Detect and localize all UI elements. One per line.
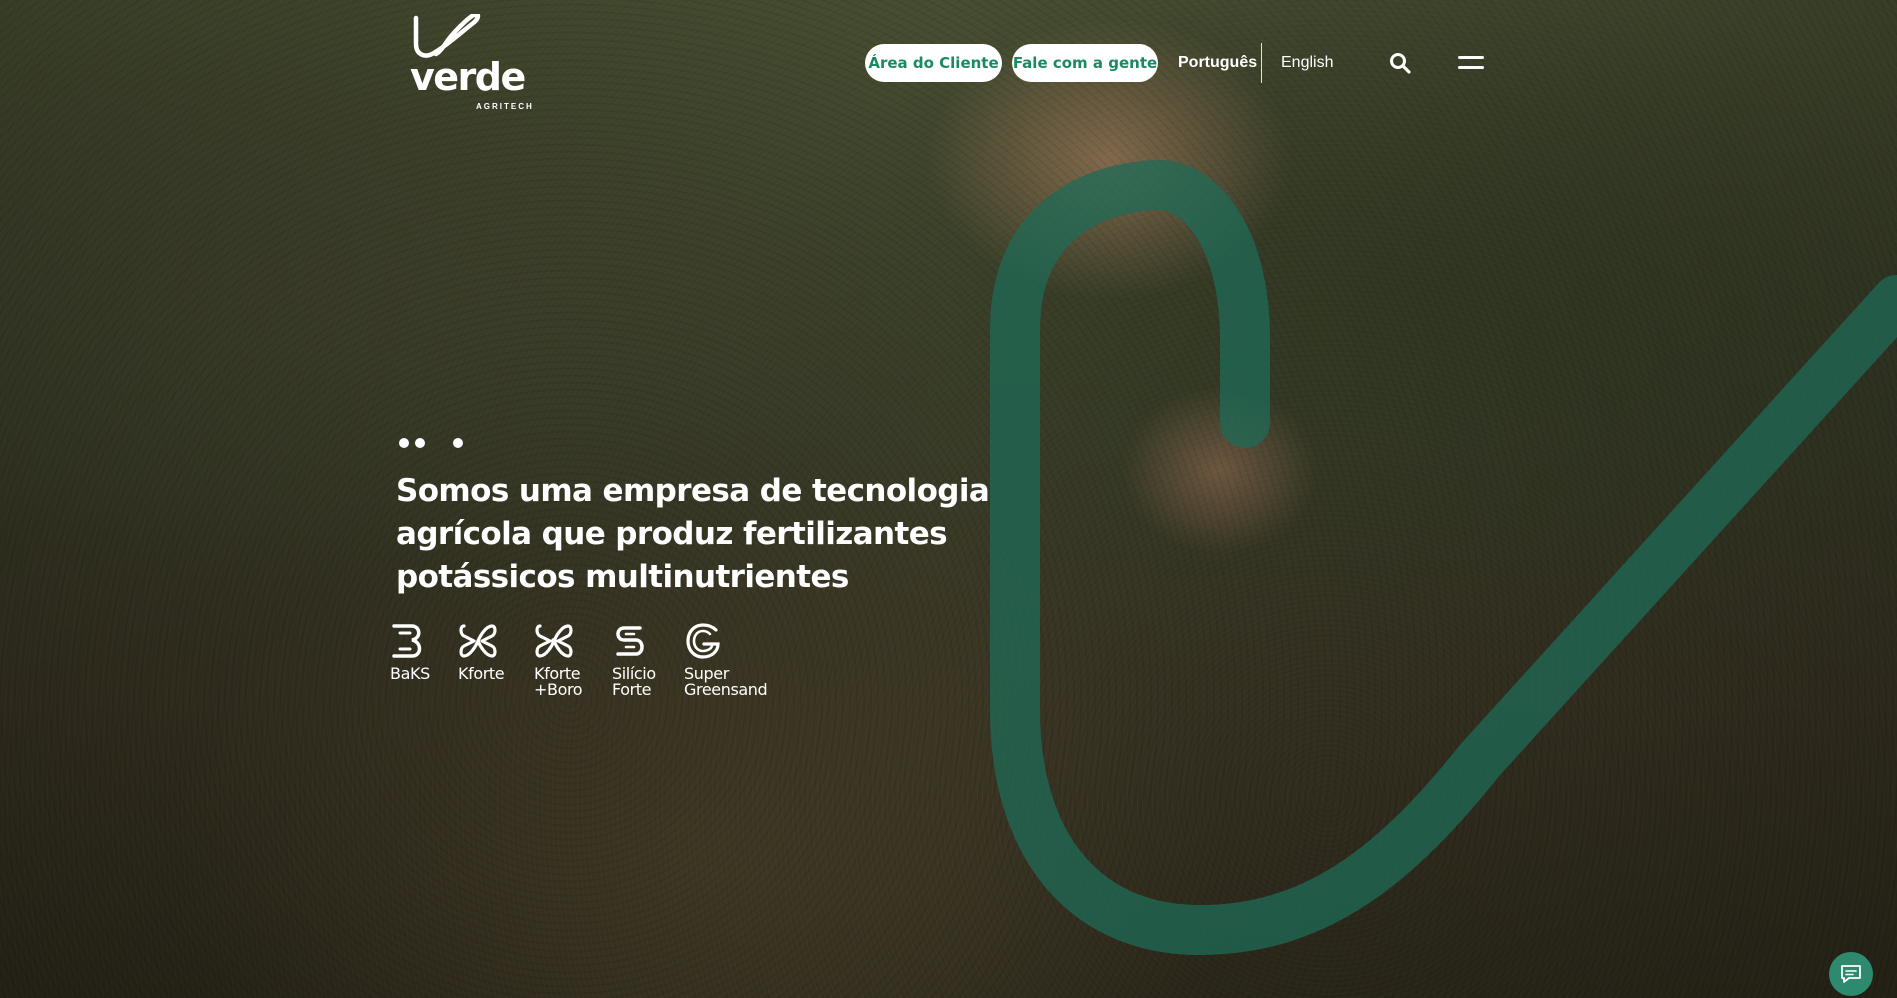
- contact-button[interactable]: Fale com a gente: [1012, 44, 1158, 82]
- slide-dot-3[interactable]: [453, 438, 463, 448]
- slide-dot-2[interactable]: [415, 438, 425, 448]
- language-english[interactable]: English: [1281, 53, 1333, 73]
- client-area-button[interactable]: Área do Cliente: [865, 44, 1002, 82]
- product-baks[interactable]: BaKS: [390, 622, 430, 682]
- brand-name: verde: [410, 55, 526, 99]
- super-greensand-icon: [686, 623, 720, 659]
- kforte-icon: [459, 624, 497, 658]
- language-portuguese[interactable]: Português: [1178, 53, 1257, 73]
- language-divider: [1261, 43, 1262, 83]
- silicio-forte-icon: [616, 626, 644, 656]
- product-kforte-boro[interactable]: Kforte +Boro: [534, 622, 583, 699]
- verde-logo-mark-icon: [413, 14, 481, 58]
- chat-bubble-icon: [1841, 965, 1861, 983]
- product-label: Kforte +Boro: [534, 664, 583, 699]
- hamburger-menu-icon[interactable]: [1458, 54, 1484, 72]
- slide-indicators: [399, 438, 469, 450]
- slide-dot-1[interactable]: [399, 438, 409, 448]
- brand-tagline: AGRITECH: [476, 102, 534, 111]
- kforte-boro-icon: [535, 624, 573, 658]
- product-label: Super Greensand: [684, 664, 768, 699]
- search-icon[interactable]: [1389, 52, 1411, 74]
- product-kforte[interactable]: Kforte: [458, 622, 505, 683]
- product-label: Kforte: [458, 664, 505, 683]
- product-super-greensand[interactable]: Super Greensand: [684, 622, 768, 699]
- verde-agritech-logo[interactable]: verde AGRITECH: [410, 14, 532, 114]
- product-label: BaKS: [390, 664, 430, 683]
- product-list: BaKS Kforte Kforte +Boro Silício Forte S…: [390, 622, 810, 702]
- page: verde AGRITECH Área do Cliente Fale com …: [0, 0, 1897, 998]
- hero-headline: Somos uma empresa de tecnologia agrícola…: [396, 473, 990, 595]
- product-label: Silício Forte: [612, 664, 656, 699]
- chat-button[interactable]: [1829, 952, 1873, 996]
- product-silicio-forte[interactable]: Silício Forte: [612, 622, 656, 698]
- baks-icon: [392, 624, 422, 658]
